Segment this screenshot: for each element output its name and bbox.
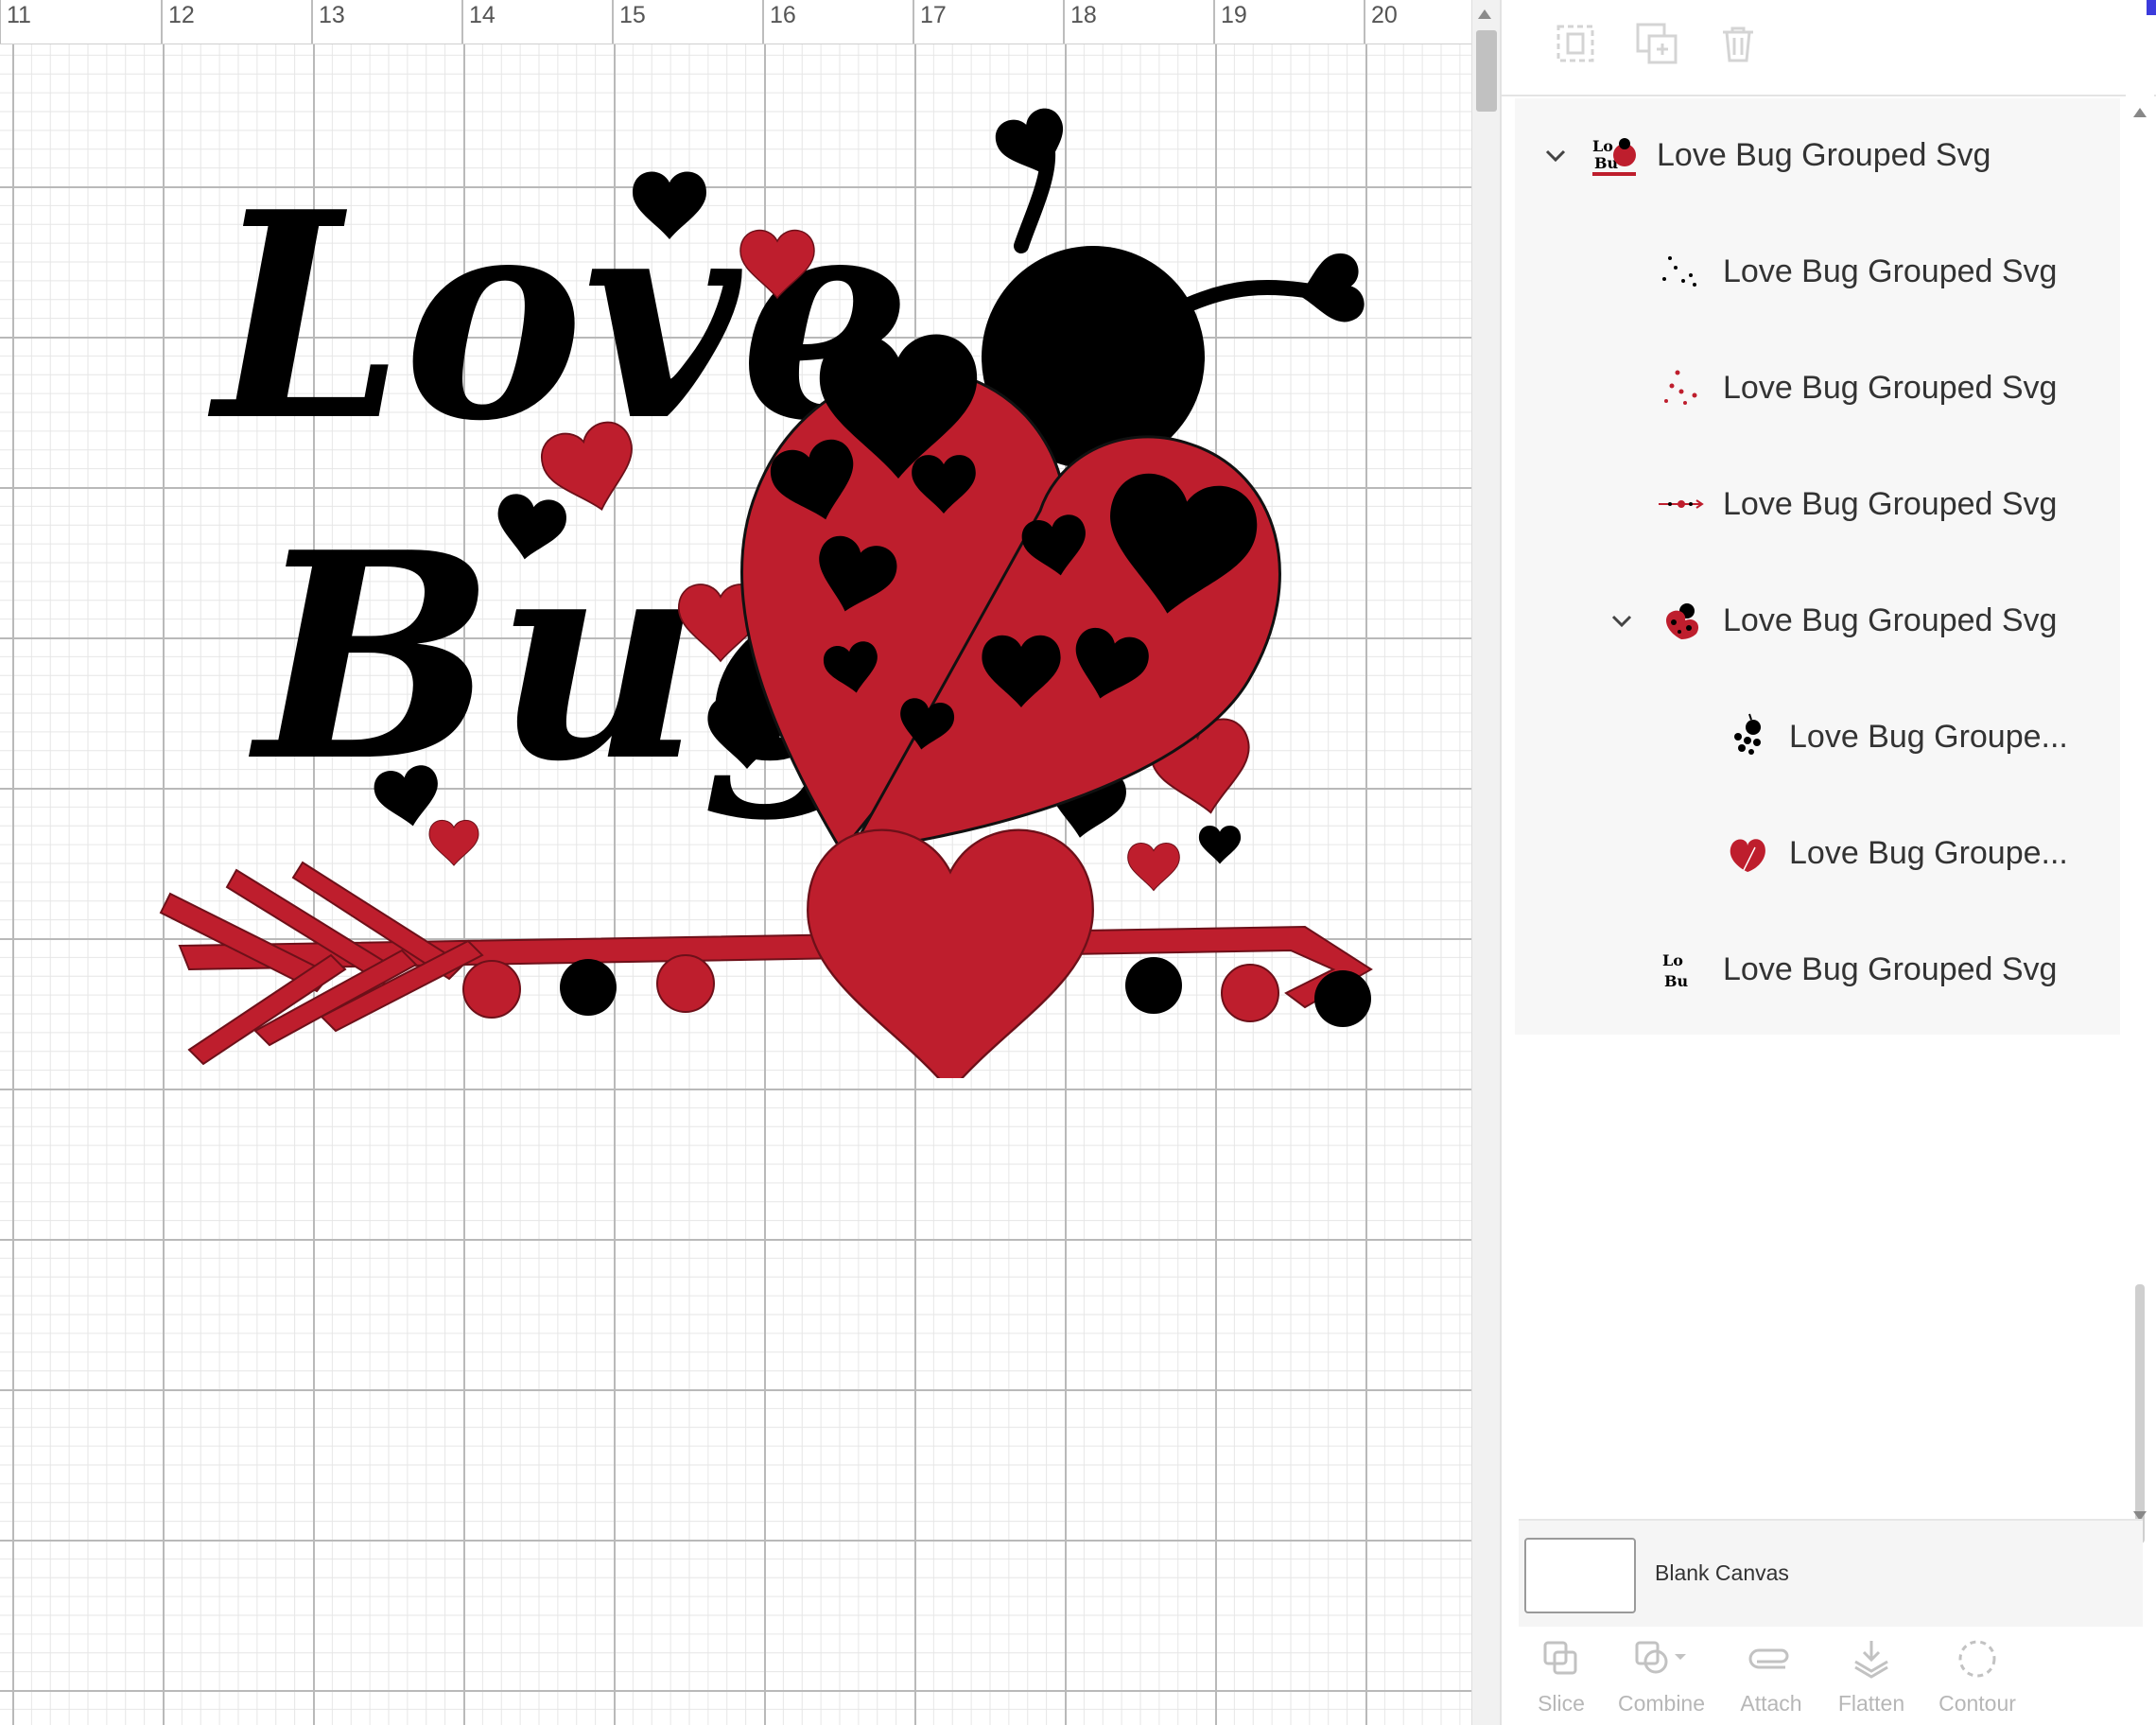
- small-hearts-red-thumbnail: [1655, 361, 1708, 414]
- contour-label: Contour: [1939, 1691, 2016, 1716]
- svg-text:Lo: Lo: [1592, 137, 1613, 155]
- small-hearts-black-thumbnail: [1655, 245, 1708, 298]
- layers-panel: Lo Bu Love Bug Grouped Svg Love Bug Group…: [1500, 0, 2156, 1725]
- bottom-toolbar: Slice Combine Attach Flatten Contour: [1502, 1627, 2156, 1725]
- blank-canvas-swatch[interactable]: [1524, 1538, 1636, 1613]
- attach-icon: [1743, 1630, 1800, 1687]
- layer-row[interactable]: Love Bug Grouped Svg: [1515, 215, 2120, 328]
- layers-toolbar: [1502, 0, 2156, 96]
- ruler-label: 14: [469, 2, 496, 28]
- ladybug-black-thumbnail: [1721, 710, 1774, 763]
- ruler-label: 15: [619, 2, 646, 28]
- layer-row[interactable]: Love Bug Grouped Svg: [1515, 564, 2120, 677]
- scrollbar-thumb[interactable]: [2135, 1284, 2145, 1543]
- scrollbar-thumb[interactable]: [1476, 30, 1497, 112]
- arrow: [159, 830, 1373, 1078]
- ruler-label: 16: [770, 2, 796, 28]
- blank-canvas-row[interactable]: Blank Canvas: [1519, 1519, 2143, 1629]
- window-edge-accent: [2147, 0, 2156, 15]
- scroll-up-arrow-icon[interactable]: [2133, 108, 2147, 117]
- flatten-label: Flatten: [1837, 1691, 1905, 1716]
- ruler-label: 11: [7, 2, 31, 28]
- layer-label: Love Bug Grouped Svg: [1723, 253, 2058, 289]
- attach-label: Attach: [1740, 1691, 1802, 1716]
- layer-label: Love Bug Grouped Svg: [1723, 950, 2058, 987]
- layer-label: Love Bug Groupe...: [1789, 718, 2068, 755]
- delete-icon[interactable]: [1712, 17, 1765, 70]
- ruler-label: 20: [1371, 2, 1398, 28]
- layer-row[interactable]: Love Bug Grouped Svg: [1515, 331, 2120, 444]
- chevron-down-icon[interactable]: [1608, 606, 1636, 635]
- arrow-thumbnail: [1655, 478, 1708, 531]
- layer-label: Love Bug Grouped Svg: [1723, 601, 2058, 638]
- layer-row[interactable]: Love Bug Groupe...: [1515, 796, 2120, 910]
- scroll-up-arrow-icon[interactable]: [1478, 9, 1491, 19]
- contour-button[interactable]: Contour: [1925, 1630, 2029, 1721]
- love-bug-design[interactable]: Love Bug: [151, 95, 1400, 1078]
- layer-label: Love Bug Grouped Svg: [1723, 369, 2058, 406]
- ladybug-thumbnail: [1655, 594, 1708, 647]
- duplicate-icon[interactable]: [1630, 17, 1683, 70]
- combine-button[interactable]: Combine: [1609, 1630, 1713, 1721]
- attach-button[interactable]: Attach: [1719, 1630, 1823, 1721]
- layer-label: Love Bug Groupe...: [1789, 834, 2068, 871]
- svg-text:Bu: Bu: [1664, 972, 1689, 990]
- svg-text:Lo: Lo: [1662, 951, 1683, 969]
- layer-row[interactable]: Lo Bu Love Bug Grouped Svg: [1515, 913, 2120, 1026]
- combine-label: Combine: [1617, 1691, 1706, 1716]
- ruler-label: 18: [1070, 2, 1097, 28]
- slice-button[interactable]: Slice: [1509, 1630, 1613, 1721]
- canvas-vertical-scrollbar[interactable]: [1471, 0, 1501, 1725]
- group-icon[interactable]: [1549, 17, 1602, 70]
- love-bug-group-thumbnail: Lo Bu: [1589, 129, 1642, 182]
- layers-scrollbar[interactable]: [2126, 95, 2154, 1543]
- layer-row[interactable]: Love Bug Grouped Svg: [1515, 447, 2120, 561]
- design-canvas[interactable]: 11 12 13 14 15 16 17 18 19 20 Love Bug: [0, 0, 1471, 1725]
- flatten-icon: [1843, 1630, 1900, 1687]
- combine-icon: [1633, 1630, 1690, 1687]
- ruler-label: 12: [168, 2, 195, 28]
- slice-icon: [1533, 1630, 1590, 1687]
- contour-icon: [1949, 1630, 2006, 1687]
- ruler-label: 13: [319, 2, 345, 28]
- layer-row[interactable]: Love Bug Groupe...: [1515, 680, 2120, 793]
- heart-red-thumbnail: [1721, 827, 1774, 880]
- chevron-down-icon[interactable]: [1541, 141, 1570, 169]
- ruler-label: 19: [1221, 2, 1247, 28]
- blank-canvas-label: Blank Canvas: [1655, 1560, 1789, 1585]
- love-bug-text-thumbnail: Lo Bu: [1655, 943, 1708, 996]
- slice-label: Slice: [1538, 1691, 1585, 1716]
- layer-row[interactable]: Lo Bu Love Bug Grouped Svg: [1515, 98, 2120, 212]
- top-ruler: 11 12 13 14 15 16 17 18 19 20: [0, 0, 1471, 44]
- ruler-label: 17: [920, 2, 947, 28]
- layer-label: Love Bug Grouped Svg: [1657, 136, 1991, 173]
- layer-label: Love Bug Grouped Svg: [1723, 485, 2058, 522]
- flatten-button[interactable]: Flatten: [1819, 1630, 1923, 1721]
- layers-list: Lo Bu Love Bug Grouped Svg Love Bug Group…: [1515, 98, 2120, 1035]
